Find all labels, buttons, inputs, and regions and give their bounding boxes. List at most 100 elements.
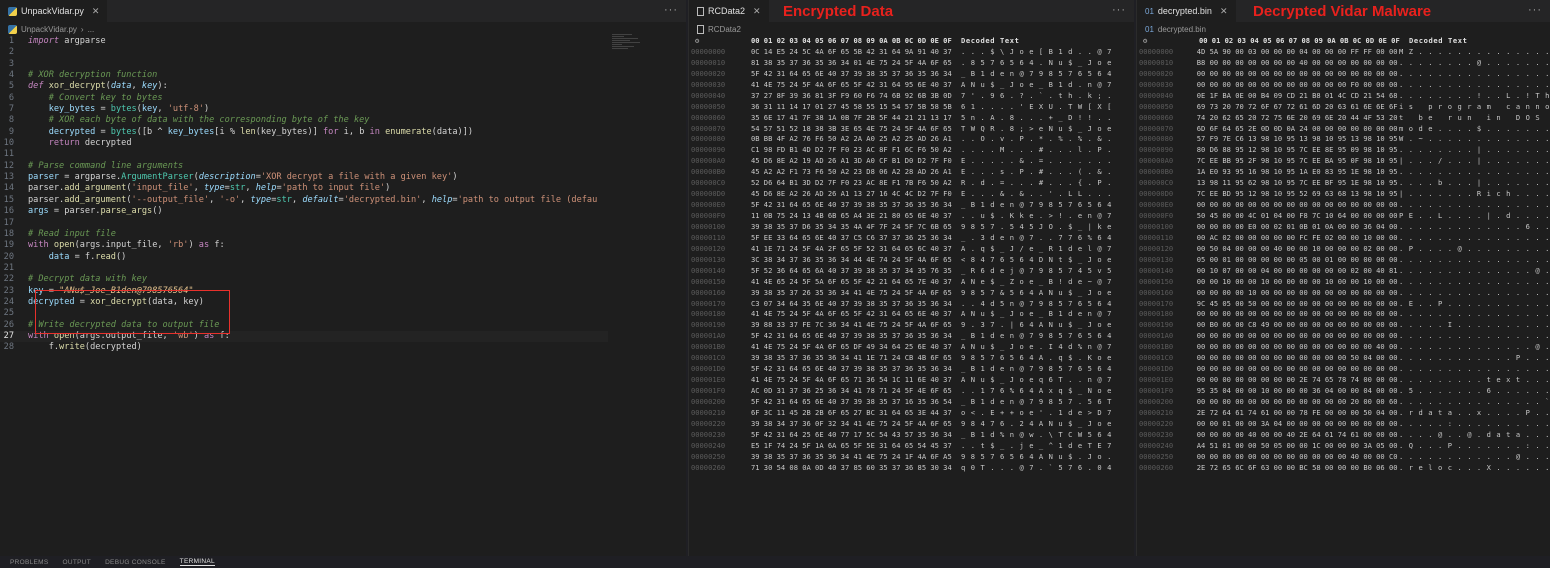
hex-decoded-text[interactable]: 9 8 5 7 . 5 4 5 J O . $ _ | k e <box>961 222 1112 233</box>
hex-decoded-text[interactable]: . . . . . : . . . . . . . . . . <box>1399 419 1550 430</box>
hex-bytes[interactable]: 95 35 04 00 00 10 00 00 00 36 04 00 00 0… <box>1197 386 1399 397</box>
hex-row[interactable]: 000001A0 5F 42 31 64 65 6E 40 37 39 38 35… <box>689 331 1134 342</box>
close-icon[interactable]: ✕ <box>1220 6 1228 17</box>
hex-bytes[interactable]: 00 00 00 00 00 00 00 00 00 00 00 00 00 0… <box>1197 69 1399 80</box>
hex-bytes[interactable]: 0C 14 E5 24 5C 4A 6F 65 5B 42 31 64 9A 9… <box>751 47 961 58</box>
hex-decoded-text[interactable]: . . . $ \ J o e [ B 1 d . . @ 7 <box>961 47 1112 58</box>
hex-decoded-text[interactable]: A N u $ _ J o e q 6 T . . n @ 7 <box>961 375 1112 386</box>
hex-bytes[interactable]: 52 D6 64 B1 3D D2 7F F0 23 AC 8E F1 7B F… <box>751 178 961 189</box>
hex-row[interactable]: 00000240 E5 1F 74 24 5F 1A 6A 65 5F 5E 31… <box>689 441 1134 452</box>
hex-decoded-text[interactable]: . . . . . . . . . . . . . . @ . <box>1399 266 1550 277</box>
hex-decoded-text[interactable]: A . q $ _ J / e _ R 1 d e l @ 7 <box>961 244 1112 255</box>
hex-row[interactable]: 00000260 71 30 54 08 0A 0D 40 37 85 60 35… <box>689 463 1134 474</box>
hex-row[interactable]: 000000E0 5F 42 31 64 65 6E 40 37 39 38 35… <box>689 200 1134 211</box>
hex-decoded-text[interactable]: . P . . . . @ . . . . . . . . . <box>1399 244 1550 255</box>
hex-bytes[interactable]: 5F 42 31 64 65 6E 40 37 39 38 35 37 36 3… <box>751 200 961 211</box>
hex-row[interactable]: 000001E0 41 4E 75 24 5F 4A 6F 65 71 36 54… <box>689 375 1134 386</box>
hex-decoded-text[interactable]: _ B 1 d % n @ w . \ T C W 5 6 4 <box>961 430 1112 441</box>
hex-decoded-text[interactable]: . r e l o c . . . X . . . . . . <box>1399 463 1550 474</box>
tab-problems[interactable]: PROBLEMS <box>10 559 49 566</box>
hex-bytes[interactable]: 1A E0 93 95 16 98 10 95 1A E0 83 95 1E 9… <box>1197 167 1399 178</box>
hex-row[interactable]: 000001F0 AC 0D 31 37 36 25 36 34 41 78 71… <box>689 386 1134 397</box>
hex-bytes[interactable]: AC 0D 31 37 36 25 36 34 41 78 71 24 5F 4… <box>751 386 961 397</box>
hex-row[interactable]: 00000150 41 4E 65 24 5F 5A 6F 65 5F 42 21… <box>689 277 1134 288</box>
hex-bytes[interactable]: 00 00 00 00 00 00 00 00 00 00 00 00 00 0… <box>1197 331 1399 342</box>
hex-row[interactable]: 00000070 6D 6F 64 65 2E 0D 0D 0A 24 00 00… <box>1137 124 1550 135</box>
breadcrumb-file[interactable]: RCData2 <box>708 25 741 34</box>
hex-row[interactable]: 00000020 5F 42 31 64 65 6E 40 37 39 38 35… <box>689 69 1134 80</box>
hex-row[interactable]: 000000B0 1A E0 93 95 16 98 10 95 1A E0 83… <box>1137 167 1550 178</box>
hex-row[interactable]: 00000030 00 00 00 00 00 00 00 00 00 00 00… <box>1137 80 1550 91</box>
hex-bytes[interactable]: 7C EE BD 95 12 98 10 95 52 69 63 68 13 9… <box>1197 189 1399 200</box>
hex-decoded-text[interactable]: _ B 1 d e n @ 7 9 8 5 7 6 5 6 4 <box>961 364 1112 375</box>
hex-decoded-text[interactable]: . r d a t a . . x . . . . P . . <box>1399 408 1550 419</box>
hex-bytes[interactable]: 41 4E 75 24 5F 4A 6F 65 5F 42 31 64 65 6… <box>751 309 961 320</box>
hex-row[interactable]: 00000050 69 73 20 70 72 6F 67 72 61 6D 20… <box>1137 102 1550 113</box>
hex-row[interactable]: 00000170 9C 45 05 00 50 00 00 00 00 00 00… <box>1137 299 1550 310</box>
hex-decoded-text[interactable]: i s p r o g r a m c a n n o <box>1399 102 1550 113</box>
hex-bytes[interactable]: 00 00 01 00 00 3A 04 00 00 00 00 00 00 0… <box>1197 419 1399 430</box>
hex-decoded-text[interactable]: . . . . . . . . . . . . . . . . <box>1399 167 1550 178</box>
hex-row[interactable]: 000001E0 00 00 00 00 00 00 00 00 2E 74 65… <box>1137 375 1550 386</box>
hex-decoded-text[interactable]: _ B 1 d e n @ 7 9 8 5 7 6 5 6 4 <box>961 331 1112 342</box>
hex-decoded-text[interactable]: 9 8 5 7 6 5 6 4 A . q $ . K o e <box>961 353 1112 364</box>
more-actions-icon[interactable]: ··· <box>664 4 678 16</box>
hex-decoded-text[interactable]: P E . . L . . . . | . d . . . . <box>1399 211 1550 222</box>
code-line[interactable]: 21 <box>0 263 686 274</box>
hex-grid[interactable]: ⚙ 00 01 02 03 04 05 06 07 08 09 0A 0B 0C … <box>689 36 1134 556</box>
code-line[interactable]: 5 def xor_decrypt(data, key): <box>0 81 686 92</box>
hex-decoded-text[interactable]: _ . 3 d e n @ 7 . . 7 7 6 % 6 4 <box>961 233 1112 244</box>
more-actions-icon[interactable]: ··· <box>1528 4 1542 16</box>
tab-rcdata2[interactable]: RCData2 ✕ <box>689 0 770 22</box>
breadcrumb-file[interactable]: UnpackVidar.py <box>21 25 77 34</box>
hex-bytes[interactable]: 00 00 10 00 00 10 00 00 00 00 10 00 00 1… <box>1197 277 1399 288</box>
hex-bytes[interactable]: 35 6E 17 41 7F 38 1A 0B 7F 2B 5F 44 21 2… <box>751 113 961 124</box>
hex-row[interactable]: 000000E0 00 00 00 00 00 00 00 00 00 00 00… <box>1137 200 1550 211</box>
hex-row[interactable]: 000001D0 00 00 00 00 00 00 00 00 00 00 00… <box>1137 364 1550 375</box>
code-line[interactable]: 12 # Parse command line arguments <box>0 161 686 172</box>
hex-row[interactable]: 00000080 57 F9 7E C6 13 98 10 95 13 98 10… <box>1137 134 1550 145</box>
hex-decoded-text[interactable]: 7 ' . 9 6 . ? . ` . t h . k ; . <box>961 91 1112 102</box>
tab-output[interactable]: OUTPUT <box>63 559 92 566</box>
hex-decoded-text[interactable]: t b e r u n i n D O S <box>1399 113 1550 124</box>
hex-row[interactable]: 00000000 0C 14 E5 24 5C 4A 6F 65 5B 42 31… <box>689 47 1134 58</box>
hex-bytes[interactable]: 71 30 54 08 0A 0D 40 37 85 60 35 37 36 8… <box>751 463 961 474</box>
hex-row[interactable]: 00000250 00 00 00 00 00 00 00 00 00 00 00… <box>1137 452 1550 463</box>
hex-bytes[interactable]: 00 00 00 00 00 00 00 00 00 00 00 00 00 0… <box>1197 342 1399 353</box>
hex-bytes[interactable]: 0E 1F BA 0E 00 B4 09 CD 21 B8 01 4C CD 2… <box>1197 91 1399 102</box>
hex-decoded-text[interactable]: . . . . . . . . ! . . L . ! T h <box>1399 91 1550 102</box>
hex-decoded-text[interactable]: . . . . . . . . . . . . . . . . <box>1399 69 1550 80</box>
hex-bytes[interactable]: 00 00 00 00 00 00 00 00 00 00 00 00 00 0… <box>1197 309 1399 320</box>
more-actions-icon[interactable]: ··· <box>1112 4 1126 16</box>
close-icon[interactable]: ✕ <box>92 6 100 17</box>
hex-decoded-text[interactable]: . . O . v . P . * . % . % . & . <box>961 134 1112 145</box>
hex-bytes[interactable]: 6D 6F 64 65 2E 0D 0D 0A 24 00 00 00 00 0… <box>1197 124 1399 135</box>
hex-bytes[interactable]: 41 1E 71 24 5F 4A 2F 65 5F 52 31 64 65 6… <box>751 244 961 255</box>
hex-bytes[interactable]: 39 38 35 37 36 35 36 34 41 1E 71 24 CB 4… <box>751 353 961 364</box>
hex-decoded-text[interactable]: . . . . . . . . . t e x t . . . <box>1399 375 1550 386</box>
hex-row[interactable]: 00000120 00 50 04 00 00 00 40 00 00 10 00… <box>1137 244 1550 255</box>
hex-bytes[interactable]: A4 51 01 00 00 50 05 00 00 1C 00 00 00 3… <box>1197 441 1399 452</box>
code-line[interactable]: 20 data = f. read() <box>0 252 686 263</box>
hex-row[interactable]: 000000B0 45 A2 A2 F1 73 F6 50 A2 23 D8 06… <box>689 167 1134 178</box>
hex-row[interactable]: 00000150 00 00 10 00 00 10 00 00 00 00 10… <box>1137 277 1550 288</box>
gear-icon[interactable]: ⚙ <box>1137 36 1199 47</box>
code-line[interactable]: 19 with open (args.input_file, 'rb') as f: <box>0 240 686 251</box>
hex-bytes[interactable]: 11 0B 75 24 13 4B 6B 65 A4 3E 21 80 65 6… <box>751 211 961 222</box>
hex-decoded-text[interactable]: E . . . s . P . # . . . ( . & . <box>961 167 1112 178</box>
code-line[interactable]: 18 # Read input file <box>0 229 686 240</box>
hex-decoded-text[interactable]: . Q . . . P . . . . . . . : . . <box>1399 441 1550 452</box>
hex-row[interactable]: 00000060 74 20 62 65 20 72 75 6E 20 69 6E… <box>1137 113 1550 124</box>
hex-bytes[interactable]: 54 57 51 52 18 38 3B 3E 65 4E 75 24 5F 4… <box>751 124 961 135</box>
hex-decoded-text[interactable]: M Z . . . . . . . . . . . . . . <box>1399 47 1550 58</box>
hex-decoded-text[interactable]: . . . . @ . . @ . d a t a . . . <box>1399 430 1550 441</box>
code-line[interactable]: 9 decrypted = bytes ([b ^ key_bytes [i % l… <box>0 127 686 138</box>
hex-row[interactable]: 000000D0 45 D6 8E A2 26 AD 26 A1 13 27 16… <box>689 189 1134 200</box>
hex-bytes[interactable]: 00 50 04 00 00 00 40 00 00 10 00 00 00 0… <box>1197 244 1399 255</box>
hex-decoded-text[interactable]: W . ~ . . . . . . . . . . . . . <box>1399 134 1550 145</box>
hex-row[interactable]: 000001C0 39 38 35 37 36 35 36 34 41 1E 71… <box>689 353 1134 364</box>
hex-row[interactable]: 00000140 00 10 07 00 00 04 00 00 00 00 00… <box>1137 266 1550 277</box>
breadcrumb-file[interactable]: decrypted.bin <box>1158 25 1206 34</box>
hex-bytes[interactable]: 5F 52 36 64 65 6A 40 37 39 38 35 37 34 3… <box>751 266 961 277</box>
hex-decoded-text[interactable]: _ R 6 d e j @ 7 9 8 5 7 4 5 v 5 <box>961 266 1112 277</box>
